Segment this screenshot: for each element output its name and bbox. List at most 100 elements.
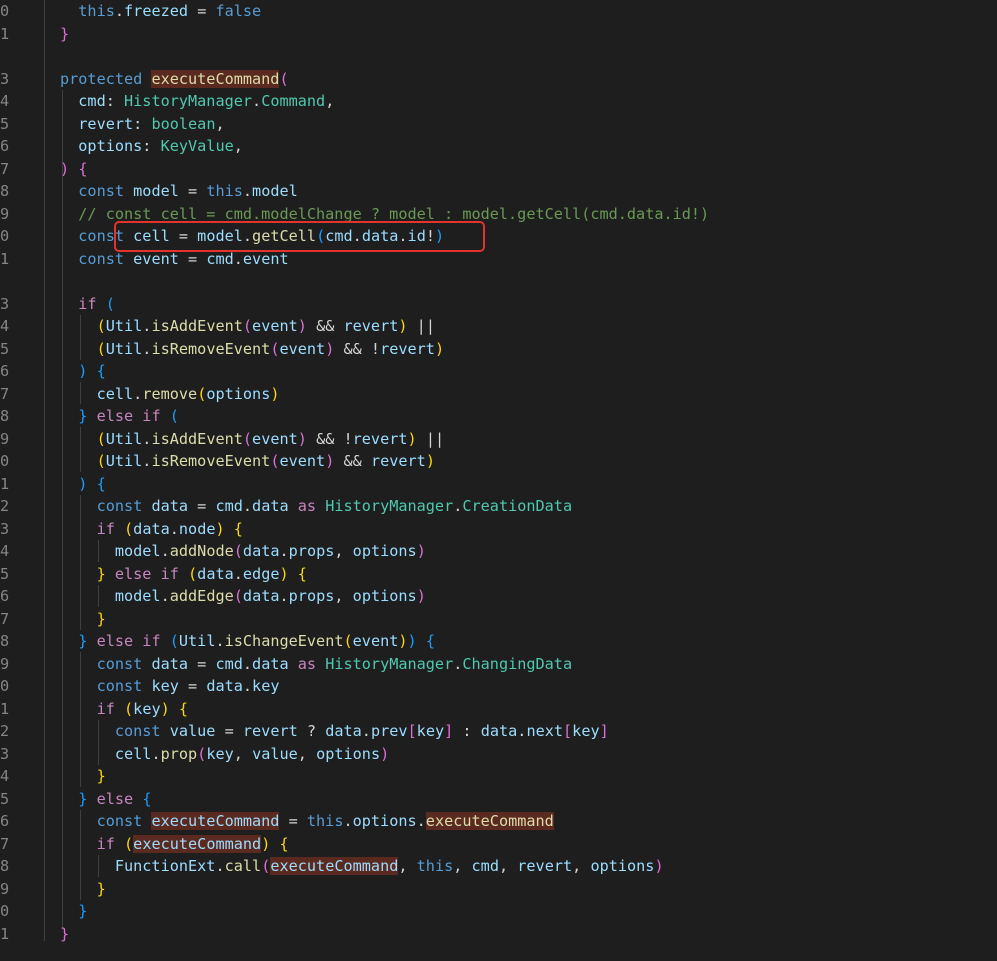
code-token: options xyxy=(206,384,271,403)
code-line[interactable]: } xyxy=(60,900,87,923)
code-token: . xyxy=(133,384,143,403)
code-line[interactable]: revert: boolean, xyxy=(60,113,225,136)
code-line[interactable]: model.addEdge(data.props, options) xyxy=(60,585,426,608)
code-line[interactable]: (Util.isAddEvent(event) && revert) || xyxy=(60,315,435,338)
code-token: executeCommand xyxy=(270,857,399,875)
code-line[interactable]: } xyxy=(60,923,69,946)
code-token: Util xyxy=(105,429,143,448)
code-token: ( xyxy=(60,339,106,358)
code-lines[interactable]: this.freezed = false} protected executeCo… xyxy=(0,0,997,961)
code-token: ? xyxy=(297,722,326,740)
code-token: revert xyxy=(242,722,298,740)
code-line[interactable]: ) { xyxy=(60,473,105,496)
code-line[interactable]: } xyxy=(60,878,106,901)
code-token: ) xyxy=(297,429,307,448)
code-token: FunctionExt xyxy=(60,857,216,875)
code-token: ( xyxy=(242,317,253,335)
code-token: && xyxy=(306,317,344,335)
code-token: const xyxy=(60,812,152,830)
code-token: key xyxy=(572,722,600,740)
code-token: node xyxy=(178,519,216,538)
code-line[interactable]: } else if ( xyxy=(60,405,179,428)
code-token: , xyxy=(215,114,225,133)
code-token: event xyxy=(252,429,298,448)
code-line[interactable]: (Util.isRemoveEvent(event) && revert) xyxy=(60,450,435,473)
code-line[interactable]: } xyxy=(60,608,106,631)
code-token: cmd xyxy=(215,497,243,515)
code-token: if xyxy=(60,699,125,718)
code-token: ( xyxy=(124,699,134,718)
code-token: . xyxy=(233,564,243,583)
code-token: : xyxy=(105,92,125,110)
code-token: revert xyxy=(370,452,426,470)
code-token: { xyxy=(279,834,289,853)
code-line[interactable]: ) { xyxy=(60,158,87,181)
code-token: isAddEvent xyxy=(151,429,243,448)
code-line[interactable]: const key = data.key xyxy=(60,675,280,698)
code-line[interactable]: this.freezed = false xyxy=(60,0,261,23)
code-line[interactable]: FunctionExt.call(executeCommand, this, c… xyxy=(60,855,664,878)
code-line[interactable]: (Util.isRemoveEvent(event) && !revert) xyxy=(60,338,445,361)
code-line[interactable]: if (key) { xyxy=(60,698,189,721)
code-line[interactable]: options: KeyValue, xyxy=(60,135,243,158)
code-token: ) xyxy=(416,542,426,560)
code-line[interactable]: model.addNode(data.props, options) xyxy=(60,540,426,563)
code-line[interactable]: (Util.isAddEvent(event) && !revert) || xyxy=(60,428,445,451)
code-line[interactable]: const executeCommand = this.options.exec… xyxy=(60,810,554,833)
code-token: cell xyxy=(60,384,134,403)
code-token: executeCommand xyxy=(425,812,554,830)
code-line[interactable]: const model = this.model xyxy=(60,180,297,203)
code-token: remove xyxy=(142,384,198,403)
code-token: . xyxy=(242,182,253,200)
code-token: ) xyxy=(60,362,88,380)
code-line[interactable]: if (executeCommand) { xyxy=(60,833,289,856)
code-token: this xyxy=(416,857,454,875)
code-token: . xyxy=(215,632,225,650)
code-line[interactable]: const data = cmd.data as HistoryManager.… xyxy=(60,653,573,676)
code-token: options xyxy=(590,857,655,875)
code-line[interactable]: } xyxy=(60,765,106,788)
code-token: cmd xyxy=(215,654,243,673)
code-token: as xyxy=(288,654,326,673)
code-line[interactable]: if (data.node) { xyxy=(60,518,243,541)
code-token: HistoryManager xyxy=(325,654,454,673)
code-token: data xyxy=(252,497,289,515)
code-token: else if xyxy=(87,632,170,650)
code-token: data xyxy=(197,564,234,583)
code-line[interactable]: ) { xyxy=(60,360,105,383)
code-token: Util xyxy=(105,339,143,358)
code-token: ) xyxy=(380,744,390,763)
code-line[interactable]: cell.remove(options) xyxy=(60,383,280,406)
code-line[interactable]: } else if (data.edge) { xyxy=(60,563,307,586)
code-line[interactable]: protected executeCommand( xyxy=(60,68,289,91)
code-editor[interactable]: 0134567890134567890123456789012345678901… xyxy=(0,0,997,961)
code-token: . xyxy=(242,677,253,695)
code-token: props xyxy=(288,587,335,605)
code-token: cmd xyxy=(60,92,106,110)
code-token: , xyxy=(325,92,335,110)
code-line[interactable]: const value = revert ? data.prev[key] : … xyxy=(60,720,609,743)
code-token: ( xyxy=(197,744,207,763)
code-line[interactable]: } else { xyxy=(60,788,151,811)
code-token: { xyxy=(297,564,307,583)
code-token: ( xyxy=(124,834,134,853)
code-token: = xyxy=(178,677,207,695)
code-token: || xyxy=(416,429,445,448)
code-token: } xyxy=(60,609,106,628)
code-line[interactable]: const data = cmd.data as HistoryManager.… xyxy=(60,495,573,518)
code-token: if xyxy=(60,294,106,313)
code-line[interactable]: } xyxy=(60,23,69,46)
code-token: || xyxy=(407,317,435,335)
code-line[interactable]: cmd: HistoryManager.Command, xyxy=(60,90,334,113)
code-line[interactable]: if ( xyxy=(60,293,115,316)
code-token: = xyxy=(178,182,207,200)
code-token: cmd xyxy=(471,857,499,875)
code-token: } xyxy=(60,564,106,583)
code-token: value xyxy=(169,722,216,740)
code-token: [ xyxy=(563,722,573,740)
code-line[interactable]: cell.prop(key, value, options) xyxy=(60,743,389,766)
code-line[interactable]: } else if (Util.isChangeEvent(event)) { xyxy=(60,630,435,653)
